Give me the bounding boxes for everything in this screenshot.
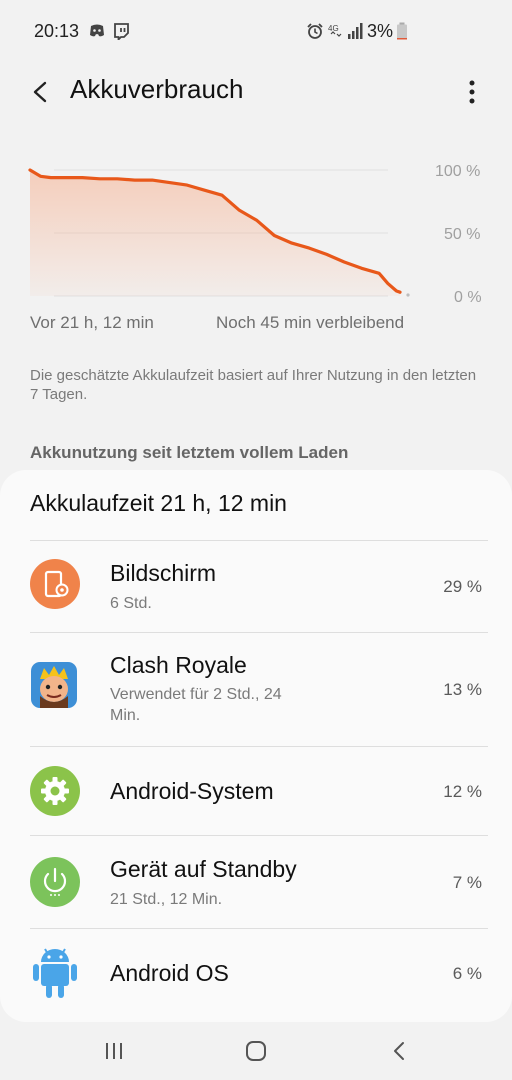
usage-row-standby[interactable]: Gerät auf Standby 21 Std., 12 Min. 7 %: [0, 836, 512, 928]
row-subtitle: Verwendet für 2 Std., 24 Min.: [110, 686, 282, 724]
page-title: Akkuverbrauch: [70, 74, 244, 104]
usage-row-clash-royale[interactable]: Clash Royale Verwendet für 2 Std., 24 Mi…: [0, 633, 512, 746]
alarm-icon: [307, 23, 323, 39]
y-label-50: 50 %: [444, 226, 481, 243]
gear-icon: [30, 766, 80, 816]
usage-card: Akkulaufzeit 21 h, 12 min Bildschirm 6 S…: [0, 470, 512, 1022]
navigation-bar: [0, 1022, 512, 1080]
y-label-100: 100 %: [435, 163, 481, 180]
y-label-0: 0 %: [454, 289, 482, 306]
home-icon[interactable]: [239, 1036, 273, 1066]
battery-percent: 3%: [367, 21, 394, 41]
battery-time-header: Akkulaufzeit 21 h, 12 min: [30, 490, 287, 516]
row-percent: 29 %: [443, 577, 482, 596]
status-time: 20:13: [34, 21, 80, 41]
status-bar: 20:13 4G 3%: [0, 0, 512, 64]
more-vertical-icon[interactable]: [458, 74, 486, 110]
row-percent: 6 %: [452, 964, 482, 983]
signal-icon: [348, 23, 363, 39]
row-title: Android OS: [110, 960, 229, 986]
chart-remaining-label: Noch 45 min verbleibend: [216, 313, 405, 332]
row-subtitle: 6 Std.: [110, 595, 152, 612]
back-arrow-icon[interactable]: [22, 74, 58, 110]
row-title: Clash Royale: [110, 652, 247, 678]
usage-row-bildschirm[interactable]: Bildschirm 6 Std. 29 %: [0, 541, 512, 632]
usage-row-android-system[interactable]: Android-System 12 %: [0, 747, 512, 835]
power-icon: [30, 857, 80, 907]
battery-chart: 100 % 50 % 0 %: [0, 150, 512, 310]
android-icon: [33, 948, 77, 998]
recent-apps-icon[interactable]: [97, 1036, 131, 1066]
estimate-note: Die geschätzte Akkulaufzeit basiert auf …: [30, 367, 477, 403]
section-title: Akkunutzung seit letztem vollem Laden: [30, 443, 349, 462]
row-percent: 13 %: [443, 680, 482, 699]
chart-end-dot: [406, 293, 410, 297]
app-bar: Akkuverbrauch: [0, 60, 512, 120]
row-percent: 7 %: [452, 873, 482, 892]
screen-settings-icon: [30, 559, 80, 609]
chart-start-label: Vor 21 h, 12 min: [30, 313, 154, 332]
row-title: Android-System: [110, 778, 274, 804]
row-percent: 12 %: [443, 782, 482, 801]
usage-row-android-os[interactable]: Android OS 6 %: [0, 929, 512, 1017]
battery-icon: [397, 22, 407, 40]
row-subtitle: 21 Std., 12 Min.: [110, 891, 223, 908]
row-title: Gerät auf Standby: [110, 856, 297, 882]
back-icon[interactable]: [383, 1036, 417, 1066]
row-title: Bildschirm: [110, 560, 217, 586]
4g-icon: 4G: [328, 24, 342, 37]
twitch-icon: [114, 23, 129, 40]
clash-royale-icon: [31, 662, 77, 708]
discord-icon: [90, 24, 104, 37]
